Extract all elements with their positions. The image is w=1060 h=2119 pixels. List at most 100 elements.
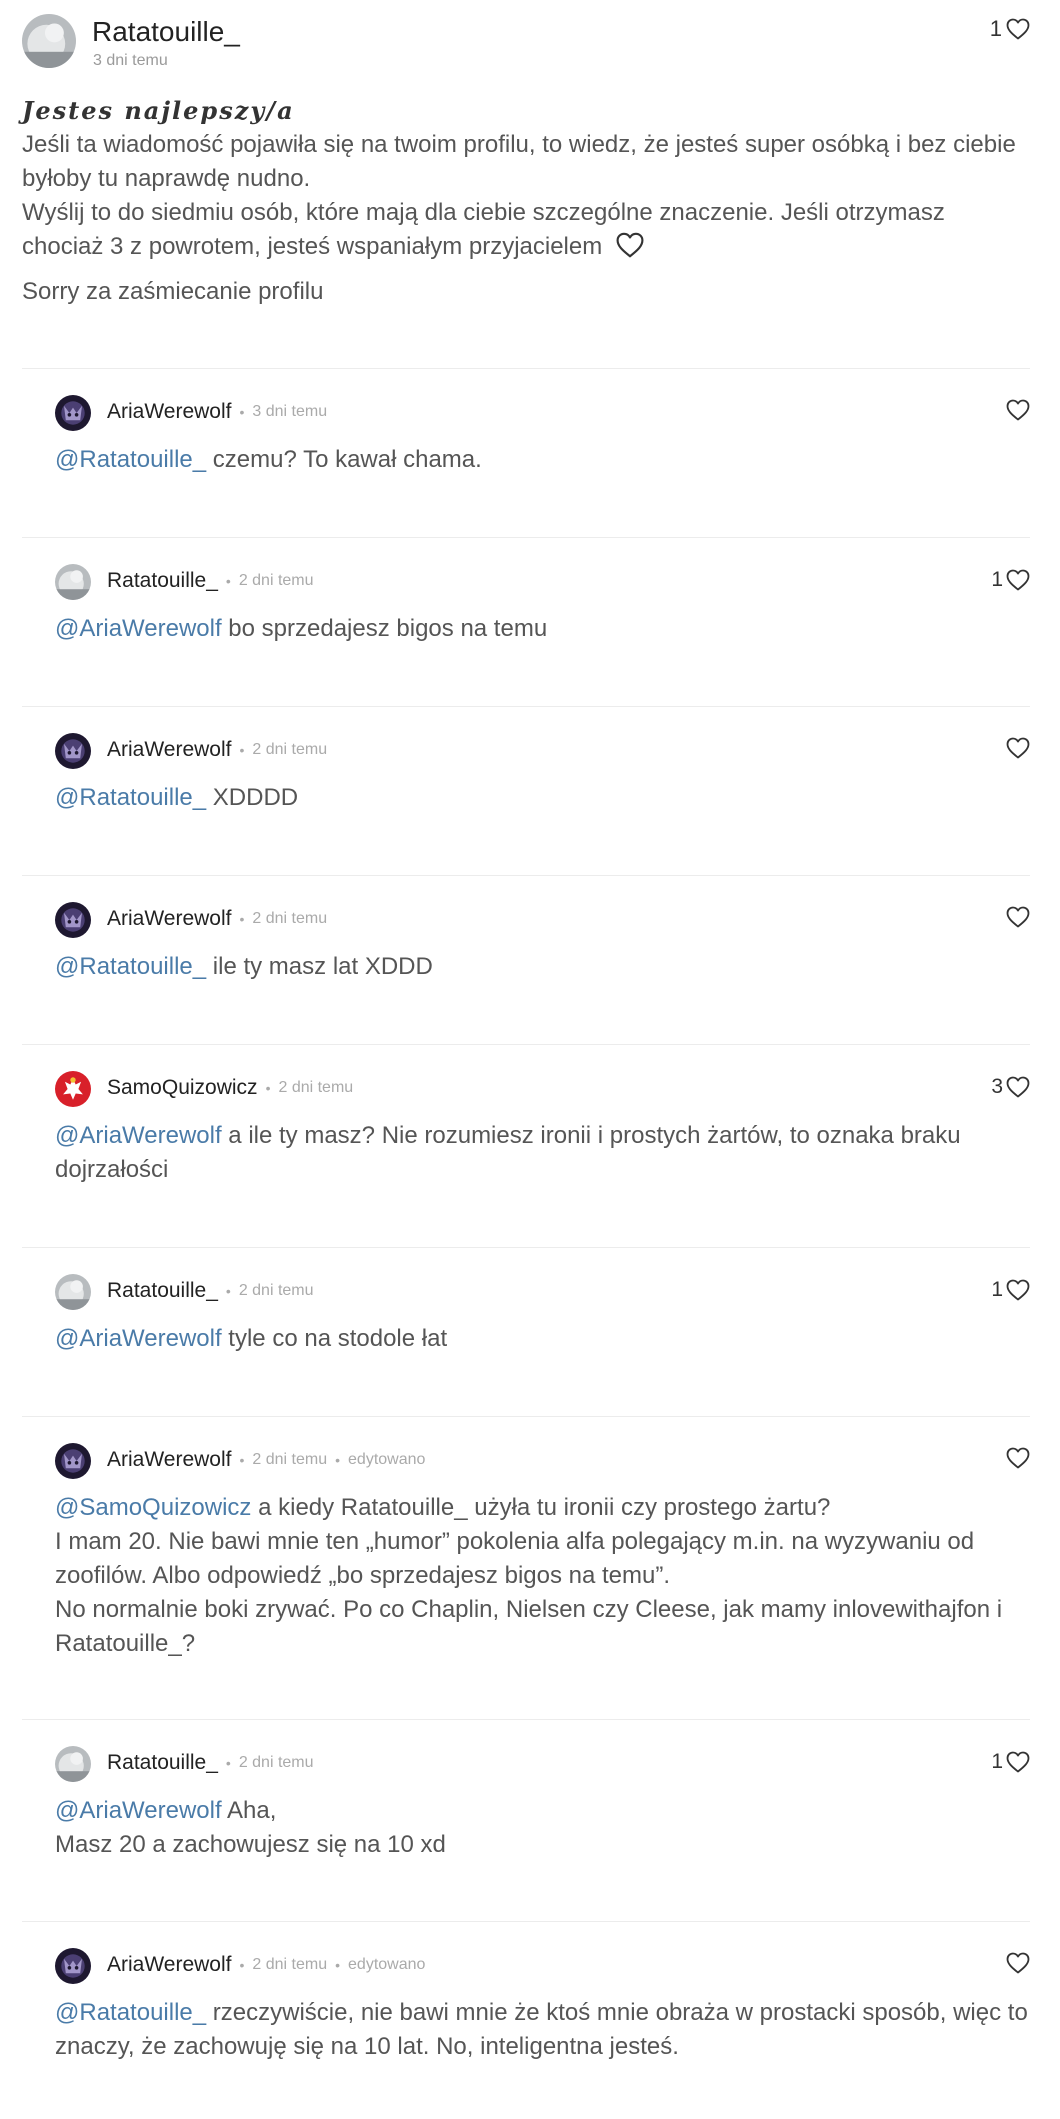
heart-icon <box>1006 569 1030 591</box>
separator-dot: • <box>225 1283 231 1299</box>
like-button[interactable] <box>1003 1447 1030 1469</box>
wolf-avatar[interactable] <box>55 733 91 769</box>
separator-dot: • <box>239 742 245 758</box>
comment-body: @AriaWerewolf bo sprzedajesz bigos na te… <box>55 612 1030 646</box>
divider <box>22 368 1030 369</box>
divider <box>22 1719 1030 1720</box>
comment-author[interactable]: AriaWerewolf <box>107 1953 231 1977</box>
separator-dot: • <box>239 1957 245 1973</box>
wolf-avatar[interactable] <box>55 395 91 431</box>
comment-time: 2 dni temu <box>238 572 314 589</box>
comment: AriaWerewolf • 2 dni temu • edytowano @Sa… <box>55 1441 1030 1661</box>
like-count: 1 <box>991 1750 1003 1773</box>
comment-text: tyle co na stodole łat <box>221 1325 448 1352</box>
mention-link[interactable]: @Ratatouille_ <box>55 784 206 811</box>
comment-body: @AriaWerewolf a ile ty masz? Nie rozumie… <box>55 1119 1030 1187</box>
edited-label: edytowano <box>348 1451 426 1468</box>
comment-header: AriaWerewolf • 3 dni temu <box>55 393 1030 433</box>
mention-link[interactable]: @AriaWerewolf <box>55 615 222 642</box>
comment-meta: SamoQuizowicz • 2 dni temu <box>107 1076 353 1100</box>
mention-link[interactable]: @AriaWerewolf <box>55 1797 222 1824</box>
comment-text: bo sprzedajesz bigos na temu <box>221 615 548 642</box>
comment-author[interactable]: AriaWerewolf <box>107 738 231 762</box>
comment-meta: Ratatouille_ • 2 dni temu <box>107 569 314 593</box>
comment-meta: AriaWerewolf • 3 dni temu <box>107 400 327 424</box>
wolf-avatar[interactable] <box>55 1443 91 1479</box>
comment-header: AriaWerewolf • 2 dni temu • edytowano <box>55 1946 1030 1986</box>
like-button[interactable]: 1 <box>991 1750 1030 1774</box>
comment-body: @SamoQuizowicz a kiedy Ratatouille_ użył… <box>55 1491 1030 1661</box>
rat-avatar[interactable] <box>55 564 91 600</box>
comment: AriaWerewolf • 2 dni temu @Ratatouille_ … <box>55 900 1030 984</box>
comment-header: AriaWerewolf • 2 dni temu <box>55 731 1030 771</box>
comment-text: XDDDD <box>206 784 299 811</box>
comment-author[interactable]: Ratatouille_ <box>107 1279 218 1303</box>
post-paragraph: Wyślij to do siedmiu osób, które mają dl… <box>22 199 945 260</box>
comment-line: @Ratatouille_ ile ty masz lat XDDD <box>55 950 1030 984</box>
divider <box>22 537 1030 538</box>
heart-icon <box>1006 18 1030 40</box>
rat-avatar[interactable] <box>22 14 76 68</box>
divider <box>22 1416 1030 1417</box>
separator-dot: • <box>335 1957 341 1973</box>
mention-link[interactable]: @Ratatouille_ <box>55 1999 206 2026</box>
mention-link[interactable]: @AriaWerewolf <box>55 1325 222 1352</box>
comment-meta: Ratatouille_ • 2 dni temu <box>107 1279 314 1303</box>
heart-icon <box>1006 737 1030 759</box>
comment-meta: AriaWerewolf • 2 dni temu • edytowano <box>107 1448 425 1472</box>
post-paragraph: Jeśli ta wiadomość pojawiła się na twoim… <box>22 131 1016 192</box>
comment-author[interactable]: Ratatouille_ <box>107 569 218 593</box>
wolf-avatar[interactable] <box>55 1948 91 1984</box>
comment-line: @AriaWerewolf tyle co na stodole łat <box>55 1322 1030 1356</box>
like-button[interactable]: 3 <box>991 1075 1030 1099</box>
like-button[interactable]: 1 <box>991 568 1030 592</box>
post-author[interactable]: Ratatouille_ <box>92 16 240 48</box>
heart-icon <box>1006 1447 1030 1469</box>
separator-dot: • <box>239 404 245 420</box>
comment-text: a kiedy Ratatouille_ użyła tu ironii czy… <box>251 1494 831 1521</box>
heart-icon <box>1006 1751 1030 1773</box>
comment: Ratatouille_ • 2 dni temu 1 @AriaWerewol… <box>55 562 1030 646</box>
rat-avatar[interactable] <box>55 1746 91 1782</box>
post-footer: Sorry za zaśmiecanie profilu <box>22 278 324 305</box>
comment-header: SamoQuizowicz • 2 dni temu 3 <box>55 1069 1030 1109</box>
separator-dot: • <box>239 911 245 927</box>
comment: AriaWerewolf • 3 dni temu @Ratatouille_ … <box>55 393 1030 477</box>
comment-author[interactable]: SamoQuizowicz <box>107 1076 258 1100</box>
rat-avatar[interactable] <box>55 1274 91 1310</box>
comment-meta: Ratatouille_ • 2 dni temu <box>107 1751 314 1775</box>
comment-line: No normalnie boki zrywać. Po co Chaplin,… <box>55 1596 1003 1657</box>
comment-time: 2 dni temu <box>252 1451 328 1468</box>
post-title: Jestes najlepszy/a <box>22 96 295 125</box>
like-button[interactable] <box>1003 737 1030 759</box>
like-button[interactable]: 1 <box>991 1278 1030 1302</box>
like-button[interactable] <box>1003 906 1030 928</box>
comment-author[interactable]: Ratatouille_ <box>107 1751 218 1775</box>
comment-header: Ratatouille_ • 2 dni temu 1 <box>55 562 1030 602</box>
divider <box>22 1247 1030 1248</box>
comment-line: @SamoQuizowicz a kiedy Ratatouille_ użył… <box>55 1491 1030 1525</box>
comment-meta: AriaWerewolf • 2 dni temu <box>107 738 327 762</box>
comment-time: 2 dni temu <box>238 1282 314 1299</box>
comment-time: 2 dni temu <box>278 1079 354 1096</box>
comment-line: I mam 20. Nie bawi mnie ten „humor” poko… <box>55 1528 975 1589</box>
post-body: Jestes najlepszy/a Jeśli ta wiadomość po… <box>22 94 1032 264</box>
comment-author[interactable]: AriaWerewolf <box>107 400 231 424</box>
comment-meta: AriaWerewolf • 2 dni temu <box>107 907 327 931</box>
comment-body: @AriaWerewolf Aha, Masz 20 a zachowujesz… <box>55 1794 1030 1862</box>
comment-time: 2 dni temu <box>252 1956 328 1973</box>
mention-link[interactable]: @Ratatouille_ <box>55 953 206 980</box>
comment-author[interactable]: AriaWerewolf <box>107 1448 231 1472</box>
comment-header: Ratatouille_ • 2 dni temu 1 <box>55 1744 1030 1784</box>
comment-author[interactable]: AriaWerewolf <box>107 907 231 931</box>
wolf-avatar[interactable] <box>55 902 91 938</box>
polish-eagle-avatar[interactable] <box>55 1071 91 1107</box>
post-like-button[interactable]: 1 <box>990 16 1030 42</box>
divider <box>22 1044 1030 1045</box>
mention-link[interactable]: @Ratatouille_ <box>55 446 206 473</box>
mention-link[interactable]: @SamoQuizowicz <box>55 1494 251 1521</box>
mention-link[interactable]: @AriaWerewolf <box>55 1122 222 1149</box>
heart-icon <box>1006 399 1030 421</box>
like-button[interactable] <box>1003 399 1030 421</box>
like-button[interactable] <box>1003 1952 1030 1974</box>
